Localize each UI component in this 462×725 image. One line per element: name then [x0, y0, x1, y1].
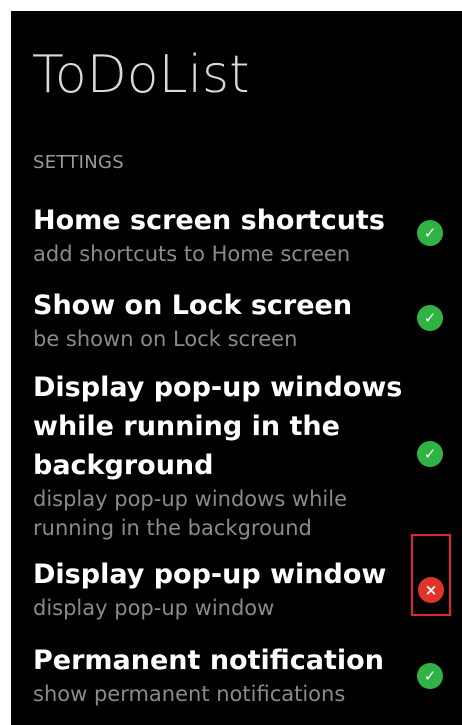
setting-subtitle: display pop-up window [33, 596, 275, 620]
settings-screen: ToDoList SETTINGS Home screen shortcuts … [11, 11, 462, 725]
setting-display-popup-window[interactable]: Display pop-up window display pop-up win… [33, 555, 405, 623]
setting-title: Permanent notification [33, 645, 384, 676]
setting-subtitle: add shortcuts to Home screen [33, 242, 351, 266]
setting-title: Home screen shortcuts [33, 205, 385, 236]
setting-subtitle: display pop-up windows while running in … [33, 487, 348, 540]
highlight-box [411, 534, 451, 616]
check-icon[interactable]: ✓ [417, 220, 443, 246]
section-header-settings: SETTINGS [33, 152, 125, 173]
setting-title: Display pop-up windows while running in … [33, 372, 403, 481]
check-icon[interactable]: ✓ [417, 663, 443, 689]
setting-subtitle: show permanent notifications [33, 682, 346, 706]
setting-display-popup-background[interactable]: Display pop-up windows while running in … [33, 368, 405, 543]
check-icon[interactable]: ✓ [417, 441, 443, 467]
setting-permanent-notification[interactable]: Permanent notification show permanent no… [33, 641, 405, 709]
check-icon[interactable]: ✓ [417, 305, 443, 331]
setting-title: Show on Lock screen [33, 290, 353, 321]
setting-show-on-lock-screen[interactable]: Show on Lock screen be shown on Lock scr… [33, 286, 405, 354]
setting-subtitle: be shown on Lock screen [33, 327, 298, 351]
setting-home-screen-shortcuts[interactable]: Home screen shortcuts add shortcuts to H… [33, 201, 405, 269]
setting-title: Display pop-up window [33, 559, 387, 590]
app-title: ToDoList [32, 45, 250, 105]
